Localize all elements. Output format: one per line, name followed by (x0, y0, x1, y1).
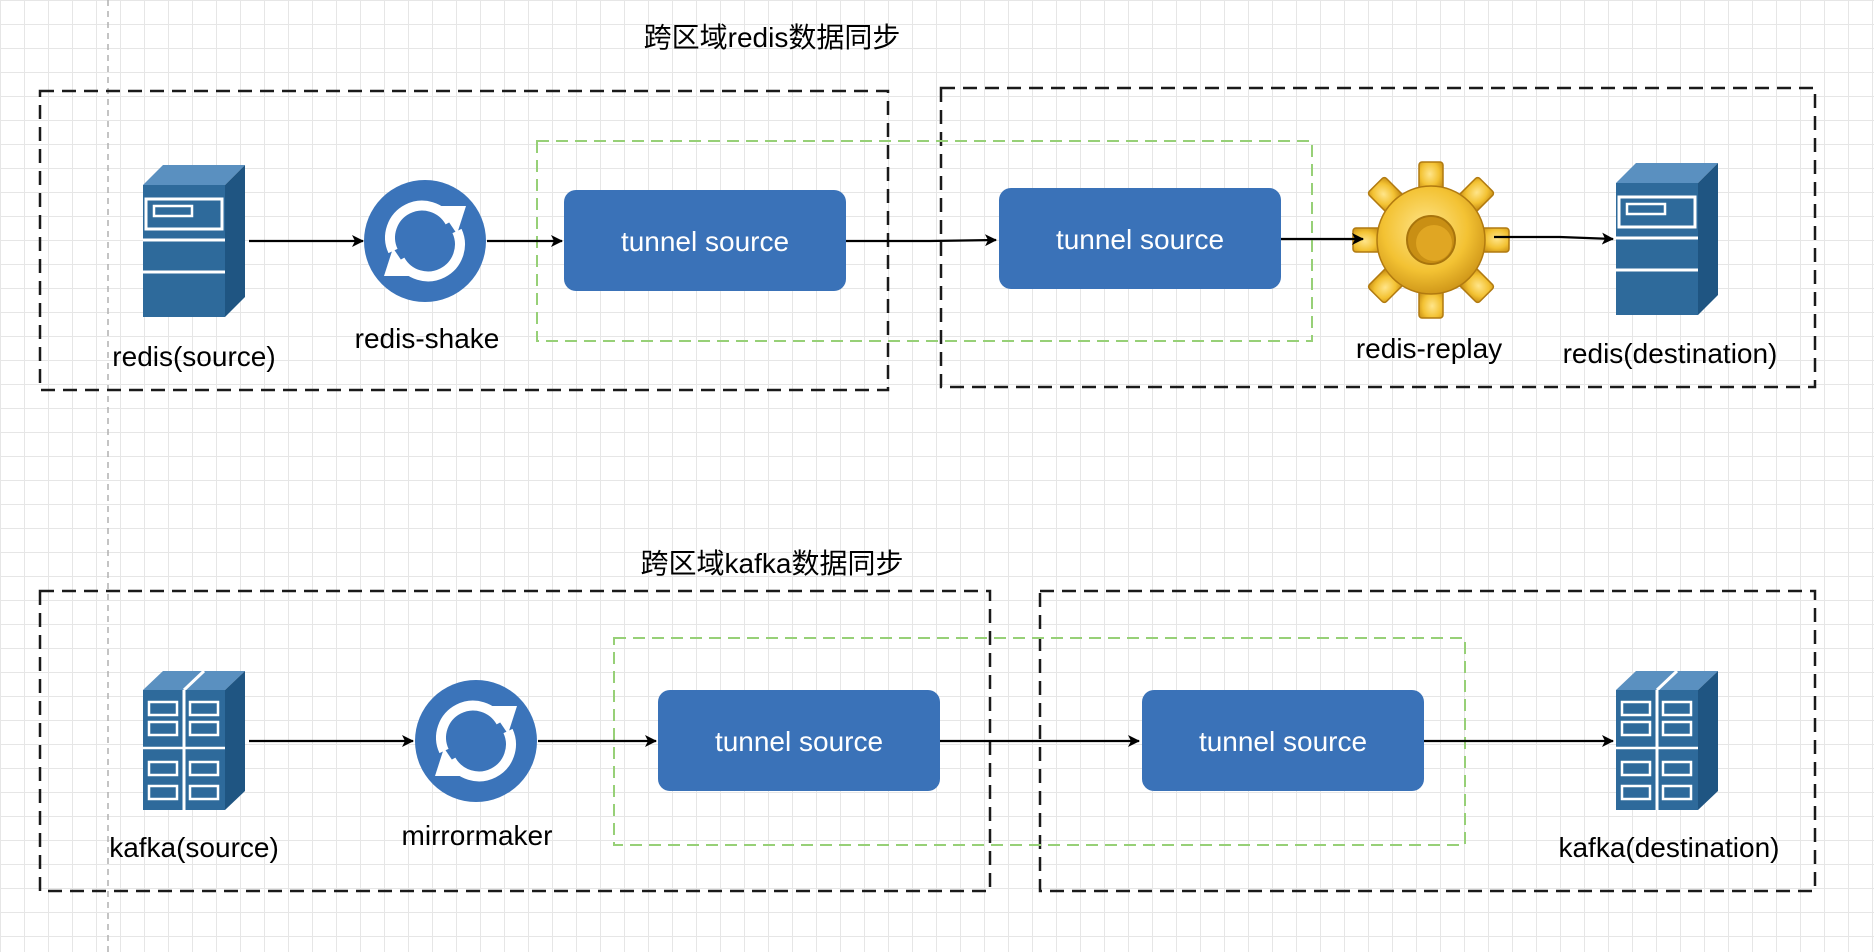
server-icon (143, 165, 245, 317)
diagram-canvas: 跨区域redis数据同步 redis(source) redis-shake t… (38, 0, 1817, 952)
redis-shake-label: redis-shake (355, 323, 500, 354)
redis-replay-label: redis-replay (1356, 333, 1502, 364)
server-rack-icon (1616, 669, 1718, 810)
redis-dest-label: redis(destination) (1563, 338, 1778, 369)
kafka-dest-label: kafka(destination) (1558, 832, 1779, 863)
kafka-section-title: 跨区域kafka数据同步 (641, 548, 904, 579)
sync-icon (364, 180, 486, 302)
redis-tunnel-left-label: tunnel source (621, 226, 789, 257)
redis-source-label: redis(source) (112, 341, 275, 372)
redis-section-title: 跨区域redis数据同步 (644, 22, 901, 53)
arrow-tunnel-left-to-right (846, 234, 997, 247)
kafka-source-label: kafka(source) (109, 832, 279, 863)
redis-tunnel-right-label: tunnel source (1056, 224, 1224, 255)
server-rack-icon (143, 669, 245, 810)
gear-icon (1352, 161, 1510, 319)
mirrormaker-label: mirrormaker (402, 820, 553, 851)
kafka-tunnel-left-label: tunnel source (715, 726, 883, 757)
server-icon (1616, 163, 1718, 315)
sync-icon (415, 680, 537, 802)
kafka-tunnel-right-label: tunnel source (1199, 726, 1367, 757)
arrow-replay-to-dest (1494, 232, 1614, 245)
